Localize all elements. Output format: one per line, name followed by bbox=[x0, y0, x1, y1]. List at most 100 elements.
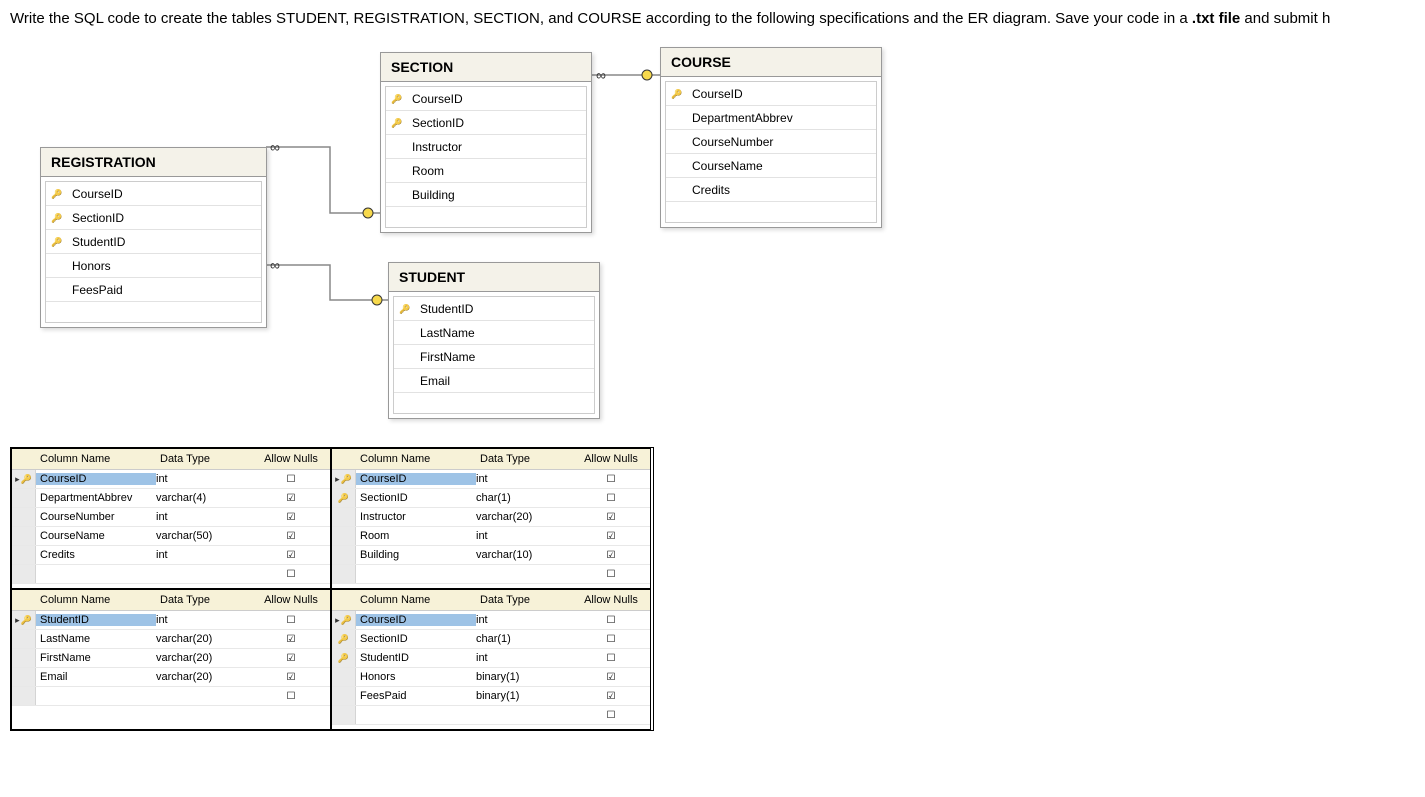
row-selector[interactable] bbox=[12, 630, 36, 648]
data-type-cell[interactable]: char(1) bbox=[476, 492, 576, 504]
designer-row[interactable]: ☐ bbox=[332, 565, 650, 584]
row-selector[interactable] bbox=[332, 470, 356, 488]
data-type-cell[interactable]: int bbox=[156, 511, 256, 523]
column-name-cell[interactable]: DepartmentAbbrev bbox=[36, 492, 156, 504]
allow-nulls-cell[interactable]: ☑ bbox=[576, 691, 646, 702]
column-name-cell[interactable]: CourseID bbox=[356, 473, 476, 485]
allow-nulls-cell[interactable]: ☑ bbox=[256, 653, 326, 664]
column-name-cell[interactable]: Credits bbox=[36, 549, 156, 561]
row-selector[interactable] bbox=[12, 508, 36, 526]
row-selector[interactable] bbox=[332, 668, 356, 686]
column-name-cell[interactable]: Room bbox=[356, 530, 476, 542]
designer-row[interactable]: Instructorvarchar(20)☑ bbox=[332, 508, 650, 527]
column-name-cell[interactable]: Email bbox=[36, 671, 156, 683]
row-selector[interactable] bbox=[12, 565, 36, 583]
allow-nulls-cell[interactable]: ☑ bbox=[576, 512, 646, 523]
allow-nulls-cell[interactable]: ☐ bbox=[256, 691, 326, 702]
allow-nulls-cell[interactable]: ☑ bbox=[256, 550, 326, 561]
data-type-cell[interactable]: varchar(20) bbox=[156, 652, 256, 664]
column-name-cell[interactable]: StudentID bbox=[36, 614, 156, 626]
data-type-cell[interactable]: varchar(10) bbox=[476, 549, 576, 561]
designer-row[interactable]: CourseIDint☐ bbox=[332, 470, 650, 489]
data-type-cell[interactable]: varchar(20) bbox=[156, 671, 256, 683]
designer-row[interactable]: Emailvarchar(20)☑ bbox=[12, 668, 330, 687]
allow-nulls-cell[interactable]: ☐ bbox=[256, 474, 326, 485]
column-name-cell[interactable]: StudentID bbox=[356, 652, 476, 664]
column-name-cell[interactable]: SectionID bbox=[356, 492, 476, 504]
allow-nulls-cell[interactable]: ☑ bbox=[576, 672, 646, 683]
allow-nulls-cell[interactable]: ☐ bbox=[576, 474, 646, 485]
designer-row[interactable]: FeesPaidbinary(1)☑ bbox=[332, 687, 650, 706]
row-selector[interactable] bbox=[332, 527, 356, 545]
designer-row[interactable]: Roomint☑ bbox=[332, 527, 650, 546]
designer-row[interactable]: CourseNumberint☑ bbox=[12, 508, 330, 527]
row-selector[interactable] bbox=[332, 649, 356, 667]
designer-row[interactable]: CourseIDint☐ bbox=[12, 470, 330, 489]
row-selector[interactable] bbox=[332, 565, 356, 583]
data-type-cell[interactable]: binary(1) bbox=[476, 690, 576, 702]
column-name-cell[interactable]: CourseName bbox=[36, 530, 156, 542]
data-type-cell[interactable]: varchar(50) bbox=[156, 530, 256, 542]
allow-nulls-cell[interactable]: ☑ bbox=[256, 634, 326, 645]
designer-row[interactable]: Creditsint☑ bbox=[12, 546, 330, 565]
column-name-cell[interactable]: FeesPaid bbox=[356, 690, 476, 702]
allow-nulls-cell[interactable]: ☑ bbox=[576, 550, 646, 561]
data-type-cell[interactable]: varchar(20) bbox=[156, 633, 256, 645]
designer-row[interactable]: StudentIDint☐ bbox=[332, 649, 650, 668]
allow-nulls-cell[interactable]: ☐ bbox=[256, 569, 326, 580]
allow-nulls-cell[interactable]: ☑ bbox=[256, 531, 326, 542]
designer-row[interactable]: ☐ bbox=[332, 706, 650, 725]
designer-row[interactable]: CourseIDint☐ bbox=[332, 611, 650, 630]
row-selector[interactable] bbox=[12, 470, 36, 488]
designer-row[interactable]: ☐ bbox=[12, 565, 330, 584]
allow-nulls-cell[interactable]: ☐ bbox=[576, 493, 646, 504]
data-type-cell[interactable]: int bbox=[476, 473, 576, 485]
allow-nulls-cell[interactable]: ☑ bbox=[576, 531, 646, 542]
data-type-cell[interactable]: int bbox=[156, 473, 256, 485]
column-name-cell[interactable]: Building bbox=[356, 549, 476, 561]
designer-row[interactable]: Honorsbinary(1)☑ bbox=[332, 668, 650, 687]
row-selector[interactable] bbox=[12, 649, 36, 667]
data-type-cell[interactable]: varchar(20) bbox=[476, 511, 576, 523]
row-selector[interactable] bbox=[332, 706, 356, 724]
allow-nulls-cell[interactable]: ☑ bbox=[256, 512, 326, 523]
designer-row[interactable]: SectionIDchar(1)☐ bbox=[332, 630, 650, 649]
designer-row[interactable]: DepartmentAbbrevvarchar(4)☑ bbox=[12, 489, 330, 508]
row-selector[interactable] bbox=[332, 687, 356, 705]
column-name-cell[interactable]: FirstName bbox=[36, 652, 156, 664]
column-name-cell[interactable]: CourseNumber bbox=[36, 511, 156, 523]
allow-nulls-cell[interactable]: ☐ bbox=[576, 569, 646, 580]
data-type-cell[interactable]: char(1) bbox=[476, 633, 576, 645]
data-type-cell[interactable]: int bbox=[476, 652, 576, 664]
column-name-cell[interactable]: SectionID bbox=[356, 633, 476, 645]
row-selector[interactable] bbox=[12, 527, 36, 545]
row-selector[interactable] bbox=[332, 508, 356, 526]
row-selector[interactable] bbox=[12, 489, 36, 507]
allow-nulls-cell[interactable]: ☐ bbox=[576, 634, 646, 645]
row-selector[interactable] bbox=[12, 611, 36, 629]
designer-row[interactable]: CourseNamevarchar(50)☑ bbox=[12, 527, 330, 546]
allow-nulls-cell[interactable]: ☐ bbox=[256, 615, 326, 626]
column-name-cell[interactable]: LastName bbox=[36, 633, 156, 645]
allow-nulls-cell[interactable]: ☐ bbox=[576, 710, 646, 721]
data-type-cell[interactable]: int bbox=[476, 530, 576, 542]
designer-row[interactable]: FirstNamevarchar(20)☑ bbox=[12, 649, 330, 668]
designer-row[interactable]: SectionIDchar(1)☐ bbox=[332, 489, 650, 508]
designer-row[interactable]: StudentIDint☐ bbox=[12, 611, 330, 630]
row-selector[interactable] bbox=[332, 630, 356, 648]
allow-nulls-cell[interactable]: ☑ bbox=[256, 493, 326, 504]
row-selector[interactable] bbox=[332, 611, 356, 629]
row-selector[interactable] bbox=[12, 546, 36, 564]
row-selector[interactable] bbox=[332, 546, 356, 564]
data-type-cell[interactable]: int bbox=[156, 549, 256, 561]
column-name-cell[interactable]: Honors bbox=[356, 671, 476, 683]
allow-nulls-cell[interactable]: ☐ bbox=[576, 615, 646, 626]
allow-nulls-cell[interactable]: ☑ bbox=[256, 672, 326, 683]
row-selector[interactable] bbox=[12, 668, 36, 686]
data-type-cell[interactable]: binary(1) bbox=[476, 671, 576, 683]
designer-row[interactable]: Buildingvarchar(10)☑ bbox=[332, 546, 650, 565]
data-type-cell[interactable]: int bbox=[476, 614, 576, 626]
data-type-cell[interactable]: int bbox=[156, 614, 256, 626]
allow-nulls-cell[interactable]: ☐ bbox=[576, 653, 646, 664]
column-name-cell[interactable]: Instructor bbox=[356, 511, 476, 523]
